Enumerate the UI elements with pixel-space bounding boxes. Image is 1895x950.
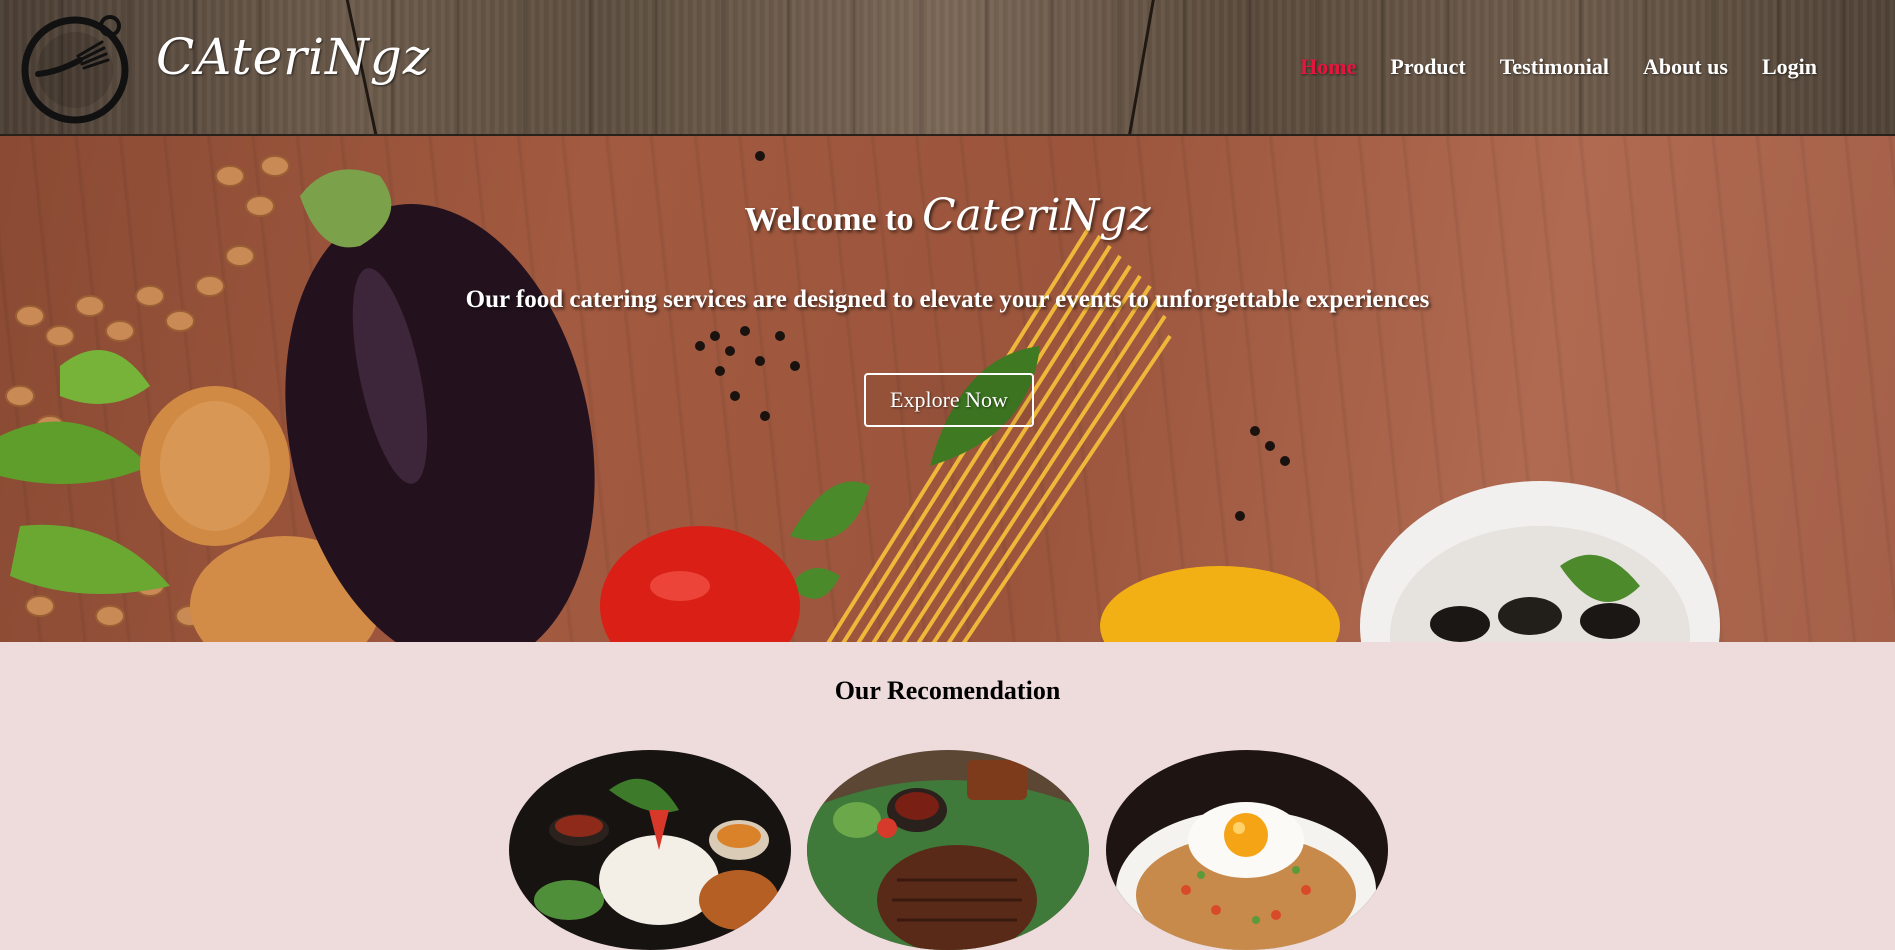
nav-about-us[interactable]: About us: [1643, 54, 1728, 80]
hero-subtitle: Our food catering services are designed …: [465, 286, 1430, 313]
dish-card-3[interactable]: [1106, 750, 1388, 950]
dish-card-1[interactable]: [509, 750, 791, 950]
nav-testimonial[interactable]: Testimonial: [1500, 54, 1609, 80]
main-nav: Home Product Testimonial About us Login: [1300, 54, 1817, 80]
dish-card-2[interactable]: [807, 750, 1089, 950]
logo-text[interactable]: CAteriNgz: [156, 28, 430, 86]
nav-login[interactable]: Login: [1762, 54, 1817, 80]
recommendation-title: Our Recomendation: [834, 676, 1061, 705]
fried-rice-egg-image: [1106, 750, 1388, 950]
explore-now-button[interactable]: Explore Now: [864, 373, 1034, 427]
rice-platter-image: [509, 750, 791, 950]
nav-home[interactable]: Home: [1300, 54, 1356, 80]
hero-banner: Welcome to CateriNgz Our food catering s…: [0, 136, 1895, 642]
nav-product[interactable]: Product: [1390, 54, 1465, 80]
hero-title: Welcome to CateriNgz: [0, 190, 1895, 241]
hero-title-brand: CateriNgz: [921, 190, 1151, 241]
site-header: CAteriNgz Home Product Testimonial About…: [0, 0, 1895, 136]
grilled-meat-image: [807, 750, 1089, 950]
logo-plate-fork-icon[interactable]: [18, 12, 132, 126]
hero-title-prefix: Welcome to: [744, 201, 914, 238]
